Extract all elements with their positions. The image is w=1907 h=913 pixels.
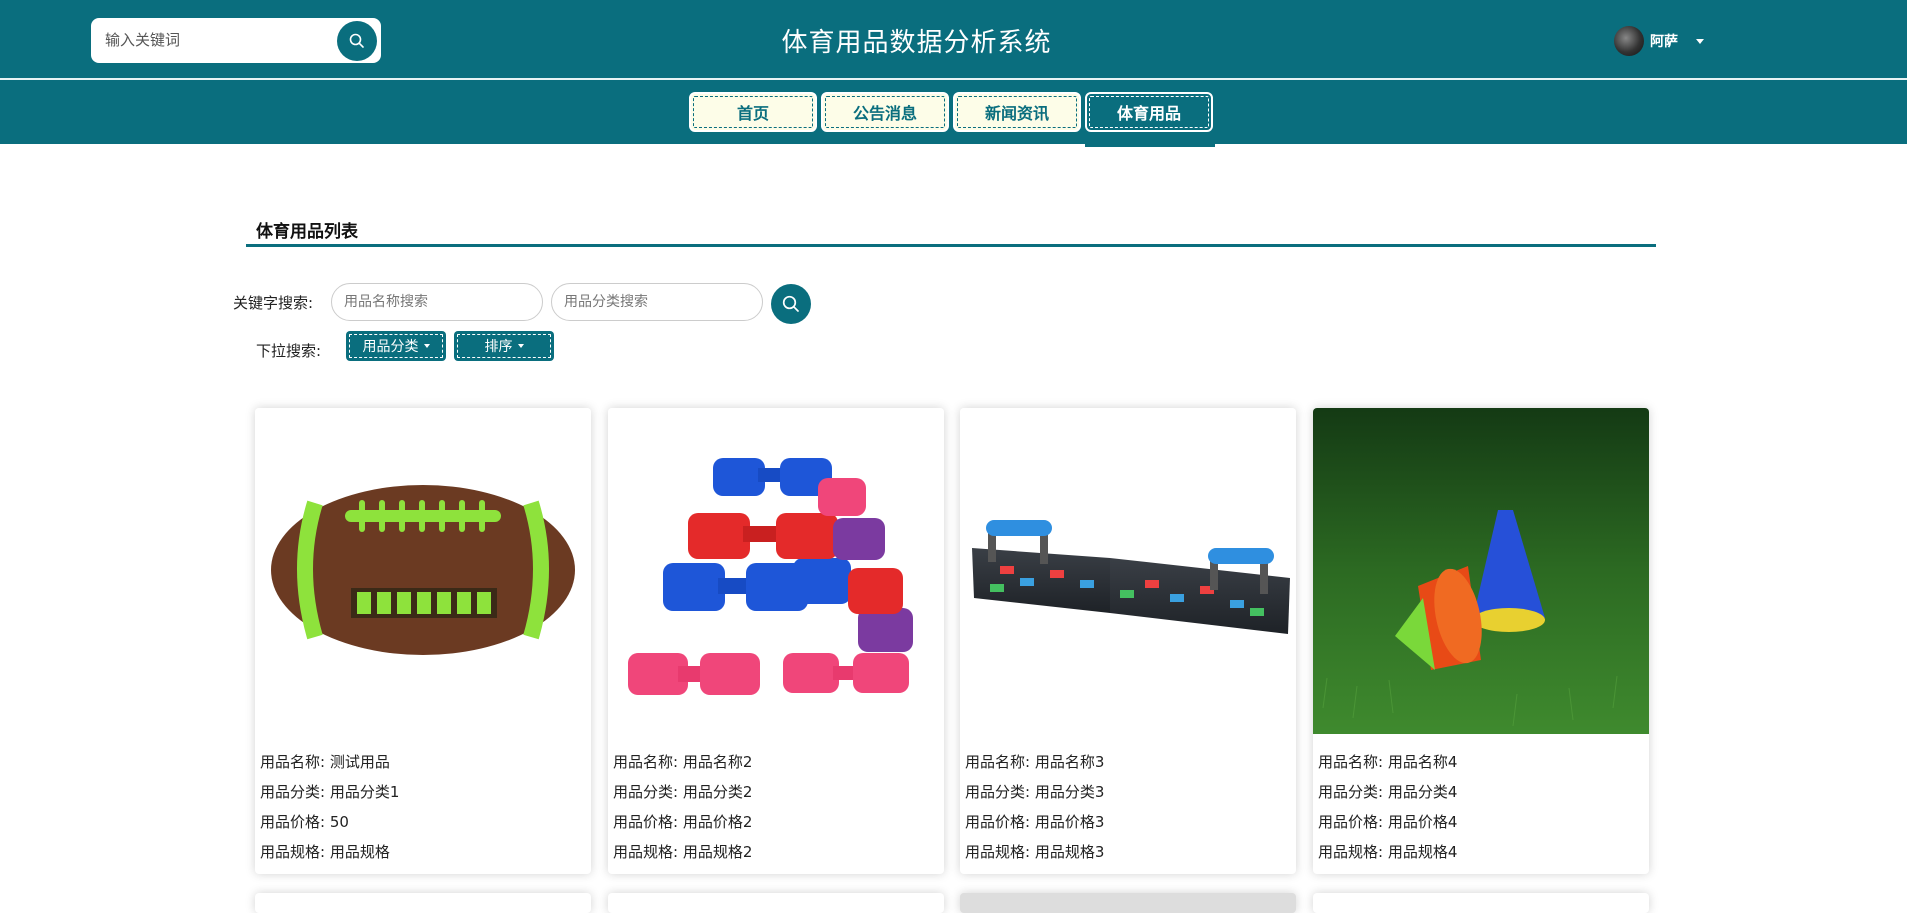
product-card[interactable] bbox=[1313, 893, 1649, 913]
product-card[interactable]: 用品名称: 用品名称2 用品分类: 用品分类2 用品价格: 用品价格2 用品规格… bbox=[608, 408, 944, 874]
product-category: 用品分类: 用品分类4 bbox=[1318, 783, 1458, 801]
product-image-football[interactable] bbox=[255, 408, 591, 734]
product-card[interactable]: 用品名称: 测试用品 用品分类: 用品分类1 用品价格: 50 用品规格: 用品… bbox=[255, 408, 591, 874]
product-name: 用品名称: 用品名称3 bbox=[965, 753, 1105, 771]
product-image-training-cones[interactable] bbox=[1313, 408, 1649, 734]
nav-item-label: 体育用品 bbox=[1116, 104, 1181, 123]
product-card[interactable] bbox=[255, 893, 591, 913]
product-spec: 用品规格: 用品规格2 bbox=[613, 843, 753, 861]
sort-dropdown[interactable]: 排序 bbox=[454, 331, 554, 361]
chevron-down-icon bbox=[423, 344, 430, 348]
product-category: 用品分类: 用品分类1 bbox=[260, 783, 400, 801]
product-name: 用品名称: 用品名称4 bbox=[1318, 753, 1458, 771]
site-title: 体育用品数据分析系统 bbox=[781, 28, 1052, 58]
nav-item-label: 首页 bbox=[736, 104, 769, 123]
product-price: 用品价格: 50 bbox=[260, 813, 349, 831]
nav-item-home[interactable]: 首页 bbox=[689, 92, 817, 132]
nav-item-label: 公告消息 bbox=[852, 104, 917, 123]
nav-item-sports-goods[interactable]: 体育用品 bbox=[1085, 92, 1213, 132]
user-name[interactable]: 阿萨 bbox=[1650, 31, 1678, 51]
keyword-search-button[interactable] bbox=[771, 284, 811, 324]
section-divider bbox=[246, 244, 1656, 247]
category-search-input[interactable] bbox=[551, 283, 763, 321]
product-price: 用品价格: 用品价格2 bbox=[613, 813, 753, 831]
category-dropdown[interactable]: 用品分类 bbox=[346, 331, 446, 361]
product-info: 用品名称: 用品名称3 用品分类: 用品分类3 用品价格: 用品价格3 用品规格… bbox=[965, 753, 1291, 873]
product-card[interactable]: 用品名称: 用品名称3 用品分类: 用品分类3 用品价格: 用品价格3 用品规格… bbox=[960, 408, 1296, 874]
avatar[interactable] bbox=[1614, 26, 1644, 56]
nav-item-label: 新闻资讯 bbox=[984, 104, 1049, 123]
product-price: 用品价格: 用品价格3 bbox=[965, 813, 1105, 831]
page-title: 体育用品列表 bbox=[256, 222, 358, 242]
product-spec: 用品规格: 用品规格3 bbox=[965, 843, 1105, 861]
product-card[interactable] bbox=[608, 893, 944, 913]
chevron-down-icon[interactable] bbox=[1696, 38, 1704, 44]
product-info: 用品名称: 测试用品 用品分类: 用品分类1 用品价格: 50 用品规格: 用品… bbox=[260, 753, 586, 873]
product-card[interactable] bbox=[960, 893, 1296, 913]
product-card[interactable]: 用品名称: 用品名称4 用品分类: 用品分类4 用品价格: 用品价格4 用品规格… bbox=[1313, 408, 1649, 874]
nav-item-announcements[interactable]: 公告消息 bbox=[821, 92, 949, 132]
sort-dropdown-label: 排序 bbox=[484, 339, 513, 355]
product-category: 用品分类: 用品分类3 bbox=[965, 783, 1105, 801]
name-search-input[interactable] bbox=[331, 283, 543, 321]
product-spec: 用品规格: 用品规格4 bbox=[1318, 843, 1458, 861]
product-image-pushup-board[interactable] bbox=[960, 408, 1296, 734]
search-icon bbox=[782, 295, 799, 312]
product-name: 用品名称: 用品名称2 bbox=[613, 753, 753, 771]
product-spec: 用品规格: 用品规格 bbox=[260, 843, 390, 861]
main-nav: 首页 公告消息 新闻资讯 体育用品 bbox=[0, 80, 1907, 144]
product-info: 用品名称: 用品名称2 用品分类: 用品分类2 用品价格: 用品价格2 用品规格… bbox=[613, 753, 939, 873]
product-name: 用品名称: 测试用品 bbox=[260, 753, 390, 771]
dropdown-search-label: 下拉搜索: bbox=[256, 342, 322, 360]
product-price: 用品价格: 用品价格4 bbox=[1318, 813, 1458, 831]
category-dropdown-label: 用品分类 bbox=[362, 339, 419, 355]
active-nav-indicator bbox=[1085, 144, 1215, 147]
nav-item-news[interactable]: 新闻资讯 bbox=[953, 92, 1081, 132]
product-image-dumbbells[interactable] bbox=[608, 408, 944, 734]
user-menu[interactable]: 阿萨 bbox=[1614, 26, 1704, 56]
product-category: 用品分类: 用品分类2 bbox=[613, 783, 753, 801]
keyword-search-label: 关键字搜索: bbox=[233, 294, 314, 312]
product-info: 用品名称: 用品名称4 用品分类: 用品分类4 用品价格: 用品价格4 用品规格… bbox=[1318, 753, 1644, 873]
top-header: 体育用品数据分析系统 阿萨 bbox=[0, 0, 1907, 78]
chevron-down-icon bbox=[517, 344, 524, 348]
